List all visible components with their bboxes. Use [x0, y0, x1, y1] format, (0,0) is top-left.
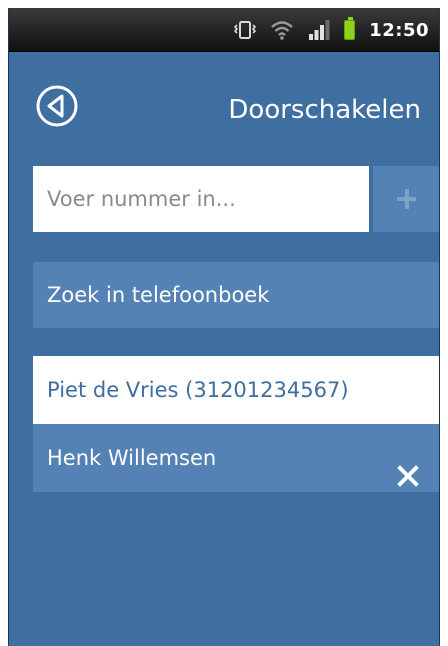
- number-input[interactable]: [33, 166, 369, 232]
- remove-contact-button[interactable]: [397, 446, 419, 487]
- contact-label: Henk Willemsen: [47, 446, 217, 470]
- battery-icon: [344, 17, 356, 40]
- contact-item-piet[interactable]: Piet de Vries (31201234567): [33, 356, 439, 424]
- header: Doorschakelen: [9, 52, 439, 158]
- status-icons: 12:50: [234, 8, 439, 52]
- contact-list: Piet de Vries (31201234567) Henk Willems…: [33, 356, 439, 492]
- contact-item-henk[interactable]: Henk Willemsen: [33, 424, 439, 492]
- close-icon: [397, 465, 419, 487]
- status-time: 12:50: [369, 19, 429, 41]
- signal-icon: [308, 19, 330, 41]
- app-screen: 12:50 Doorschakelen Zoek in telefoonboek…: [8, 8, 440, 646]
- search-phonebook-button[interactable]: Zoek in telefoonboek: [33, 262, 439, 328]
- back-button[interactable]: [35, 84, 79, 128]
- back-arrow-circle-icon: [36, 85, 78, 127]
- wifi-icon: [270, 19, 294, 41]
- page: 12:50 Doorschakelen Zoek in telefoonboek…: [0, 0, 448, 646]
- contact-label: Piet de Vries (31201234567): [47, 378, 349, 402]
- add-number-button[interactable]: [373, 166, 439, 232]
- status-bar: 12:50: [9, 8, 439, 52]
- vibrate-icon: [234, 19, 257, 41]
- page-title: Doorschakelen: [228, 95, 421, 125]
